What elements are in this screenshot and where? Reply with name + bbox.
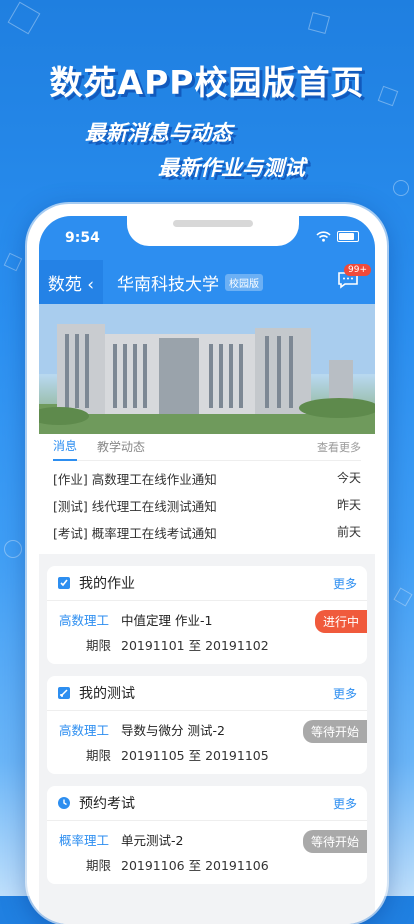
status-badge: 进行中 xyxy=(314,610,367,633)
task-period: 20191106 至 20191106 xyxy=(121,858,269,873)
task-subject: 概率理工 xyxy=(59,833,110,848)
back-button[interactable]: 数苑 ‹ xyxy=(39,260,103,304)
app-screen: 9:54 数苑 ‹ 华南科技大学 校园版 99+ 消息 教学动态 查看更多 [作… xyxy=(39,216,375,924)
decorative-square xyxy=(307,11,331,35)
news-item-date: 今天 xyxy=(336,471,361,485)
status-icons xyxy=(316,231,359,242)
card-more-link[interactable]: 更多 xyxy=(333,575,357,592)
period-label: 期限 xyxy=(85,638,111,653)
exam-card: 预约考试 更多 概率理工 单元测试-2 期限 20191106 至 201911… xyxy=(47,786,367,884)
tab-teaching-updates[interactable]: 教学动态 xyxy=(97,434,145,460)
status-bar: 9:54 xyxy=(39,216,375,260)
task-subject: 高数理工 xyxy=(59,723,110,738)
decorative-hexagon xyxy=(7,1,41,35)
card-header: 预约考试 更多 xyxy=(47,786,367,821)
homework-icon xyxy=(58,577,70,589)
news-item[interactable]: [考试] 概率理工在线考试通知 前天 xyxy=(53,523,361,542)
decorative-square xyxy=(3,252,23,272)
phone-notch xyxy=(127,216,299,246)
wifi-icon xyxy=(316,231,331,242)
card-header: 我的作业 更多 xyxy=(47,566,367,601)
news-item-date: 前天 xyxy=(336,525,361,539)
task-item[interactable]: 概率理工 单元测试-2 期限 20191106 至 20191106 等待开始 xyxy=(47,821,367,884)
news-item[interactable]: [测试] 线代理工在线测试通知 昨天 xyxy=(53,496,361,515)
status-badge: 等待开始 xyxy=(302,720,367,743)
card-title: 我的测试 xyxy=(79,686,135,702)
news-panel: 消息 教学动态 查看更多 [作业] 高数理工在线作业通知 今天 [测试] 线代理… xyxy=(39,434,375,554)
clock-icon xyxy=(58,797,70,809)
news-item[interactable]: [作业] 高数理工在线作业通知 今天 xyxy=(53,469,361,488)
news-item-text: [作业] 高数理工在线作业通知 xyxy=(53,472,217,487)
card-title: 预约考试 xyxy=(79,796,135,812)
tab-messages[interactable]: 消息 xyxy=(53,433,78,461)
hero-subtitle-news: 最新消息与动态 xyxy=(85,121,232,145)
task-item[interactable]: 高数理工 导数与微分 测试-2 期限 20191105 至 20191105 等… xyxy=(47,711,367,774)
news-item-date: 昨天 xyxy=(336,498,361,512)
task-name: 导数与微分 测试-2 xyxy=(121,723,225,738)
news-tabs: 消息 教学动态 查看更多 xyxy=(53,434,361,461)
hero-subtitle-homework: 最新作业与测试 xyxy=(158,156,305,180)
task-period: 20191101 至 20191102 xyxy=(121,638,269,653)
homework-card: 我的作业 更多 高数理工 中值定理 作业-1 期限 20191101 至 201… xyxy=(47,566,367,664)
status-time: 9:54 xyxy=(65,230,100,246)
battery-icon xyxy=(337,231,359,242)
decorative-circle xyxy=(393,180,409,196)
task-subject: 高数理工 xyxy=(59,613,110,628)
test-card: 我的测试 更多 高数理工 导数与微分 测试-2 期限 20191105 至 20… xyxy=(47,676,367,774)
card-more-link[interactable]: 更多 xyxy=(333,795,357,812)
task-period: 20191105 至 20191105 xyxy=(121,748,269,763)
period-label: 期限 xyxy=(85,748,111,763)
campus-badge: 校园版 xyxy=(225,273,263,291)
task-name: 中值定理 作业-1 xyxy=(121,613,213,628)
decorative-circle xyxy=(4,540,22,558)
test-icon xyxy=(58,687,70,699)
school-title: 华南科技大学 xyxy=(117,274,219,295)
hero-title: 数苑APP校园版首页 xyxy=(49,63,365,102)
message-count-badge: 99+ xyxy=(344,264,371,276)
campus-building-illustration xyxy=(39,304,375,434)
campus-banner-image xyxy=(39,304,375,434)
phone-frame: 9:54 数苑 ‹ 华南科技大学 校园版 99+ 消息 教学动态 查看更多 [作… xyxy=(27,204,387,924)
card-more-link[interactable]: 更多 xyxy=(333,685,357,702)
task-item[interactable]: 高数理工 中值定理 作业-1 期限 20191101 至 20191102 进行… xyxy=(47,601,367,664)
news-item-text: [考试] 概率理工在线考试通知 xyxy=(53,526,217,541)
card-title: 我的作业 xyxy=(79,576,135,592)
task-name: 单元测试-2 xyxy=(121,833,184,848)
news-item-text: [测试] 线代理工在线测试通知 xyxy=(53,499,217,514)
nav-bar: 数苑 ‹ 华南科技大学 校园版 99+ xyxy=(39,260,375,304)
status-badge: 等待开始 xyxy=(302,830,367,853)
decorative-square xyxy=(393,587,413,607)
card-header: 我的测试 更多 xyxy=(47,676,367,711)
period-label: 期限 xyxy=(85,858,111,873)
view-more-link[interactable]: 查看更多 xyxy=(317,439,361,455)
